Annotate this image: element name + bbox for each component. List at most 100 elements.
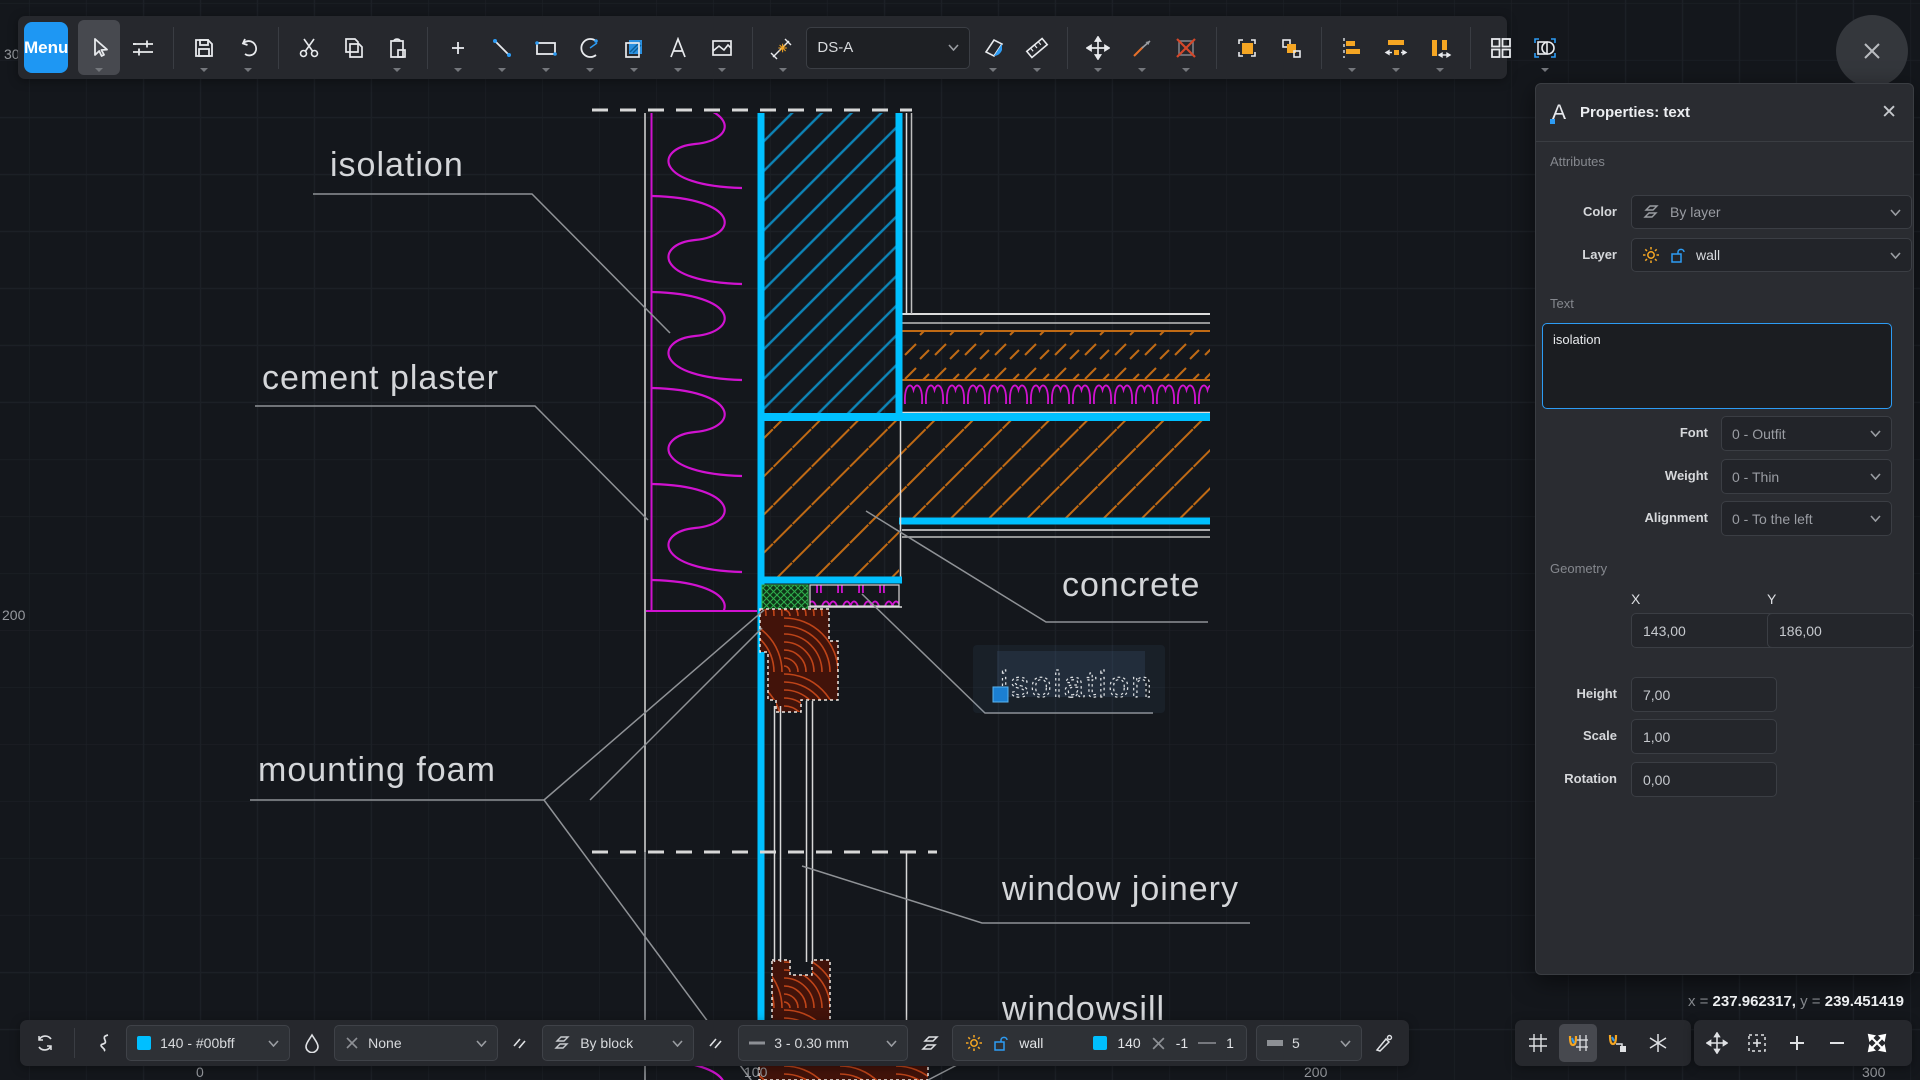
dimension-icon: ✳ [770, 36, 796, 60]
layer-select[interactable]: wall [1631, 238, 1912, 272]
thin-insulation-strip [808, 585, 902, 607]
layer-unlock-icon[interactable] [993, 1035, 1009, 1052]
label-cement-plaster[interactable]: cement plaster [262, 359, 499, 397]
alignment-select[interactable]: 0 - To the left [1721, 501, 1892, 536]
layer-lineweight-select[interactable]: 5 [1256, 1025, 1362, 1061]
layer-manager-button[interactable] [917, 1024, 943, 1062]
divider [427, 27, 428, 69]
rectangle-tool-button[interactable] [525, 20, 567, 75]
create-block-button[interactable] [1524, 20, 1566, 75]
double-slash-icon [707, 1034, 725, 1052]
entity-linetype-select[interactable]: By block [542, 1025, 694, 1061]
panel-close-button[interactable]: ✕ [1881, 101, 1897, 124]
cut-button[interactable] [288, 20, 330, 75]
select-tool-button[interactable] [78, 20, 120, 75]
zoom-extents-button[interactable] [1858, 1024, 1896, 1062]
x-input[interactable]: 143,00 [1631, 613, 1777, 648]
weight-select[interactable]: 0 - Thin [1721, 459, 1892, 494]
align-left-button[interactable] [1331, 20, 1373, 75]
chevron-down-icon [1890, 209, 1901, 216]
linetype-sample-button[interactable] [507, 1024, 533, 1062]
rotate-button[interactable] [1121, 20, 1163, 75]
zoom-window-button[interactable] [1738, 1024, 1776, 1062]
rotate-icon [1130, 36, 1154, 60]
undo-button[interactable] [227, 20, 269, 75]
zoom-in-button[interactable] [1778, 1024, 1816, 1062]
hatch-tool-button[interactable] [613, 20, 655, 75]
height-input[interactable]: 7,00 [1631, 677, 1777, 712]
snap-grid-icon [1567, 1033, 1589, 1053]
hatch-edit-button[interactable] [972, 20, 1014, 75]
delete-button[interactable] [1165, 20, 1207, 75]
ghost-text[interactable]: isolation [1000, 664, 1154, 705]
spline-style-button[interactable] [91, 1024, 117, 1062]
y-input[interactable]: 186,00 [1767, 613, 1914, 648]
transparency-button[interactable] [299, 1024, 325, 1062]
selected-text-object[interactable]: isolation [973, 645, 1165, 713]
save-button[interactable] [183, 20, 225, 75]
text-grip-handle[interactable] [993, 687, 1008, 702]
grid-toggle-button[interactable] [1519, 1024, 1557, 1062]
distribute-vertical-button[interactable] [1419, 20, 1461, 75]
layer-color-swatch[interactable] [1093, 1036, 1107, 1050]
color-select[interactable]: By layer [1631, 195, 1912, 229]
chevron-down-icon [1870, 515, 1881, 522]
pan-button[interactable] [1698, 1024, 1736, 1062]
alignment-value: 0 - To the left [1732, 511, 1813, 527]
paste-button[interactable] [376, 20, 418, 75]
copy-button[interactable] [332, 20, 374, 75]
layer-lineweight-value: 5 [1292, 1035, 1300, 1051]
sliders-icon [131, 37, 155, 59]
move-button[interactable] [1077, 20, 1119, 75]
close-drawing-button[interactable] [1836, 15, 1908, 87]
scale-input[interactable]: 1,00 [1631, 719, 1777, 754]
label-mounting-foam[interactable]: mounting foam [258, 751, 496, 789]
text-tool-button[interactable] [657, 20, 699, 75]
transparency-x-icon[interactable] [1151, 1036, 1166, 1051]
entity-lineweight-select[interactable]: 3 - 0.30 mm [738, 1025, 908, 1061]
image-tool-button[interactable] [701, 20, 743, 75]
selection-settings-button[interactable] [122, 20, 164, 75]
layer-visibility-sun-icon[interactable] [1642, 246, 1660, 264]
font-select[interactable]: 0 - Outfit [1721, 416, 1892, 451]
snap-to-grid-button[interactable] [1559, 1024, 1597, 1062]
lineweight-sample-button[interactable] [703, 1024, 729, 1062]
snap-entity-icon [1607, 1033, 1629, 1053]
dimension-tool-button[interactable]: ✳ [762, 20, 804, 75]
dimension-style-select[interactable]: DS-A [806, 27, 970, 69]
chevron-down-icon [268, 1040, 279, 1047]
line-sample-icon [749, 1040, 765, 1046]
line-tool-button[interactable] [481, 20, 523, 75]
regen-button[interactable] [32, 1024, 58, 1062]
label-window-joinery[interactable]: window joinery [1001, 870, 1239, 908]
send-to-back-button[interactable] [1270, 20, 1312, 75]
bring-to-front-button[interactable] [1226, 20, 1268, 75]
entity-color-select[interactable]: 140 - #00bff [126, 1025, 290, 1061]
current-layer-field[interactable]: wall 140 -1 1 [952, 1025, 1247, 1061]
rotation-input[interactable]: 0,00 [1631, 762, 1777, 797]
snap-points-button[interactable] [1639, 1024, 1677, 1062]
layer-unlock-icon[interactable] [1670, 247, 1686, 264]
concrete-hatch-region [762, 421, 1210, 578]
text-content-input[interactable]: isolation [1542, 323, 1892, 409]
zoom-window-icon [1746, 1032, 1768, 1054]
label-concrete[interactable]: concrete [1062, 566, 1200, 604]
close-icon [1860, 39, 1884, 63]
arc-tool-button[interactable] [569, 20, 611, 75]
menu-button[interactable]: Menu [24, 22, 68, 73]
measure-button[interactable] [1016, 20, 1058, 75]
match-properties-button[interactable] [1371, 1024, 1397, 1062]
label-isolation[interactable]: isolation [330, 146, 464, 184]
entity-transparency-select[interactable]: None [334, 1025, 498, 1061]
layer-label: Layer [1536, 247, 1617, 262]
snap-to-entity-button[interactable] [1599, 1024, 1637, 1062]
distribute-horizontal-button[interactable] [1375, 20, 1417, 75]
blocks-library-button[interactable] [1480, 20, 1522, 75]
point-tool-button[interactable] [437, 20, 479, 75]
attributes-section-label: Attributes [1550, 154, 1605, 169]
entity-color-value: 140 - #00bff [160, 1035, 234, 1051]
layer-linetype-icon[interactable] [1198, 1041, 1216, 1045]
layer-visibility-sun-icon[interactable] [965, 1034, 983, 1052]
ruler-bottom-300: 300 [1862, 1064, 1885, 1080]
zoom-out-button[interactable] [1818, 1024, 1856, 1062]
